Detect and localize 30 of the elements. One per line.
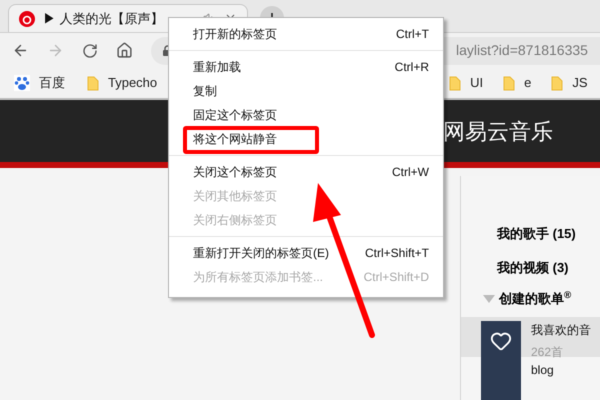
folder-icon [87, 76, 99, 90]
section-heading[interactable]: 创建的歌单$^{®}$ [499, 289, 572, 309]
folder-icon [449, 76, 462, 90]
tab-title: ▶ 人类的光【原声】 [43, 10, 164, 28]
folder-icon [551, 76, 564, 90]
bookmark-link[interactable]: JS [572, 73, 588, 93]
cover-image [481, 361, 521, 400]
folder-icon [503, 76, 516, 90]
sidebar-item[interactable]: 我的歌手 (15) [497, 224, 600, 244]
home-icon[interactable] [116, 42, 133, 59]
bookmark-link[interactable]: e [524, 73, 532, 93]
bookmark-link[interactable]: 百度 [39, 73, 65, 93]
menu-item[interactable]: 将这个网站静音 [169, 127, 443, 151]
playlist-name: blog [531, 362, 554, 379]
music-logo-icon [19, 10, 35, 26]
site-title[interactable]: 网易云音乐 [443, 114, 553, 148]
back-icon[interactable] [12, 42, 29, 59]
bookmark-link[interactable]: UI [470, 73, 484, 93]
menu-item[interactable]: 关闭这个标签页 Ctrl+W [169, 160, 443, 184]
menu-item[interactable]: 固定这个标签页 [169, 103, 443, 127]
bookmark-link[interactable]: Typecho [108, 73, 158, 93]
menu-item[interactable]: 复制 [169, 79, 443, 103]
sidebar-item[interactable]: 我的视频 (3) [497, 258, 600, 277]
menu-item[interactable]: 重新加载 Ctrl+R [169, 55, 443, 79]
paw-icon [14, 75, 30, 91]
url-text: laylist?id=871816335 [456, 41, 588, 60]
playlist-name: 我喜欢的音 [531, 322, 591, 339]
heart-icon [490, 330, 512, 352]
menu-item[interactable]: 重新打开关闭的标签页(E) Ctrl+Shift+T [169, 241, 443, 265]
reload-icon[interactable] [82, 42, 98, 58]
